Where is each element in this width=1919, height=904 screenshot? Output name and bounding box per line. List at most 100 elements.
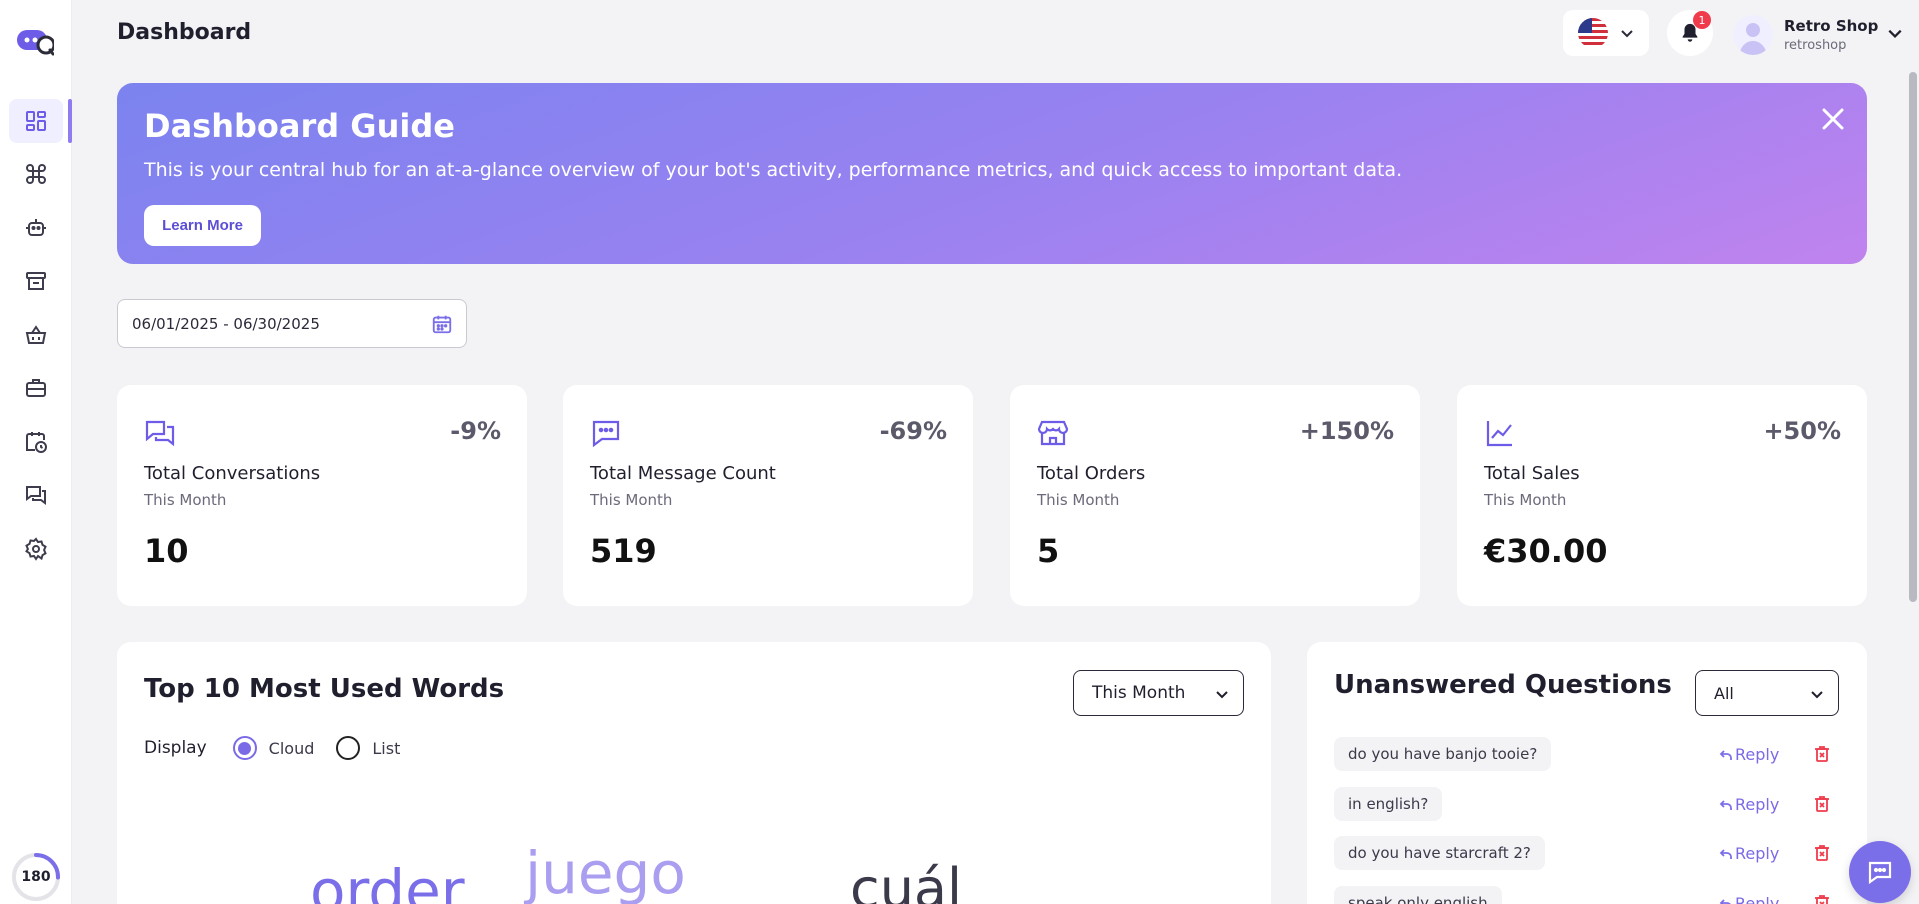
reply-button[interactable]: Reply bbox=[1719, 894, 1779, 904]
message-dots-icon bbox=[592, 420, 620, 448]
cloud-radio[interactable] bbox=[232, 736, 257, 760]
stat-change: -69% bbox=[879, 417, 947, 445]
stat-period: This Month bbox=[1484, 491, 1567, 509]
stat-change: -9% bbox=[450, 417, 501, 445]
chevron-down-icon bbox=[1888, 29, 1902, 39]
calendar-icon bbox=[432, 315, 452, 334]
cloud-word: cuál bbox=[850, 857, 963, 904]
sidebar-item-settings[interactable] bbox=[9, 527, 63, 571]
settings-gear-icon bbox=[25, 537, 47, 561]
basket-icon bbox=[25, 325, 47, 344]
stat-card-sales: +50% Total Sales This Month €30.00 bbox=[1457, 385, 1867, 606]
sidebar-item-commands[interactable] bbox=[9, 152, 63, 196]
stat-card-messages: -69% Total Message Count This Month 519 bbox=[563, 385, 973, 606]
store-icon bbox=[1037, 420, 1069, 446]
learn-more-button[interactable]: Learn More bbox=[144, 205, 261, 246]
page-title: Dashboard bbox=[117, 20, 252, 45]
language-selector[interactable] bbox=[1563, 10, 1649, 56]
credits-count: 180 bbox=[21, 869, 51, 885]
unanswered-questions-title: Unanswered Questions bbox=[1334, 670, 1672, 700]
reply-button[interactable]: Reply bbox=[1719, 745, 1779, 764]
chat-widget-button[interactable] bbox=[1849, 841, 1911, 903]
user-menu[interactable]: Retro Shop retroshop bbox=[1733, 10, 1903, 60]
reply-button[interactable]: Reply bbox=[1719, 844, 1779, 863]
stat-label: Total Message Count bbox=[590, 463, 776, 484]
question-text: in english? bbox=[1334, 787, 1443, 821]
top-words-card: Top 10 Most Used Words This Month Displa… bbox=[117, 642, 1271, 904]
reply-label: Reply bbox=[1735, 894, 1780, 904]
delete-icon[interactable] bbox=[1812, 893, 1832, 904]
notifications-button[interactable]: 1 bbox=[1667, 10, 1713, 56]
store-icon bbox=[26, 272, 46, 290]
period-select[interactable]: This Month bbox=[1073, 670, 1244, 716]
chevron-down-icon bbox=[1811, 691, 1823, 699]
dashboard-guide-banner: Dashboard Guide This is your central hub… bbox=[117, 83, 1867, 264]
cloud-word: juego bbox=[525, 839, 686, 904]
period-select-value: This Month bbox=[1092, 683, 1186, 703]
stat-period: This Month bbox=[144, 491, 227, 509]
stat-label: Total Sales bbox=[1484, 463, 1580, 484]
user-handle: retroshop bbox=[1784, 38, 1847, 53]
calendar-clock-icon bbox=[26, 432, 47, 453]
stat-value: €30.00 bbox=[1484, 532, 1608, 570]
question-text: speak only english bbox=[1334, 886, 1502, 904]
cloud-radio-label[interactable]: Cloud bbox=[269, 739, 315, 758]
question-row: speak only english Reply bbox=[1334, 886, 1839, 904]
close-icon[interactable] bbox=[1819, 105, 1847, 133]
sidebar-item-products[interactable] bbox=[9, 366, 63, 410]
display-label: Display bbox=[144, 738, 207, 758]
stat-period: This Month bbox=[1037, 491, 1120, 509]
reply-arrow-icon bbox=[1719, 749, 1732, 760]
delete-icon[interactable] bbox=[1812, 744, 1832, 764]
top-words-title: Top 10 Most Used Words bbox=[144, 674, 505, 704]
reply-button[interactable]: Reply bbox=[1719, 795, 1779, 814]
questions-filter-select[interactable]: All bbox=[1695, 670, 1839, 716]
delete-icon[interactable] bbox=[1812, 843, 1832, 863]
reply-label: Reply bbox=[1735, 745, 1780, 764]
question-text: do you have banjo tooie? bbox=[1334, 737, 1552, 771]
stat-change: +50% bbox=[1763, 417, 1841, 445]
display-toggle: Display Cloud List bbox=[144, 736, 422, 760]
chat-icon bbox=[1868, 861, 1892, 885]
date-range-picker[interactable]: 06/01/2025 - 06/30/2025 bbox=[117, 299, 467, 348]
reply-label: Reply bbox=[1735, 795, 1780, 814]
stat-card-conversations: -9% Total Conversations This Month 10 bbox=[117, 385, 527, 606]
stat-label: Total Orders bbox=[1037, 463, 1146, 484]
stat-value: 10 bbox=[144, 532, 189, 570]
briefcase-icon bbox=[26, 379, 46, 397]
stat-value: 5 bbox=[1037, 532, 1060, 570]
question-row: do you have banjo tooie? Reply bbox=[1334, 737, 1839, 773]
chevron-down-icon bbox=[1216, 691, 1228, 699]
date-range-value: 06/01/2025 - 06/30/2025 bbox=[132, 314, 320, 333]
sidebar-item-conversations[interactable] bbox=[9, 473, 63, 517]
active-indicator bbox=[68, 99, 72, 143]
sidebar: 180 bbox=[0, 0, 72, 904]
sidebar-item-dashboard[interactable] bbox=[9, 99, 63, 143]
reply-label: Reply bbox=[1735, 844, 1780, 863]
list-radio[interactable] bbox=[336, 736, 361, 760]
bot-icon bbox=[26, 219, 46, 236]
guide-title: Dashboard Guide bbox=[144, 107, 455, 145]
delete-icon[interactable] bbox=[1812, 794, 1832, 814]
avatar bbox=[1733, 15, 1773, 55]
guide-description: This is your central hub for an at-a-gla… bbox=[144, 159, 1403, 181]
chevron-down-icon bbox=[1621, 30, 1633, 38]
reply-arrow-icon bbox=[1719, 848, 1732, 859]
stat-period: This Month bbox=[590, 491, 673, 509]
unanswered-questions-card: Unanswered Questions All do you have ban… bbox=[1307, 642, 1867, 904]
conversations-icon bbox=[145, 420, 175, 447]
sidebar-item-orders[interactable] bbox=[9, 313, 63, 357]
stat-change: +150% bbox=[1299, 417, 1394, 445]
question-text: do you have starcraft 2? bbox=[1334, 836, 1545, 870]
dashboard-grid-icon bbox=[26, 111, 46, 131]
sidebar-item-store[interactable] bbox=[9, 259, 63, 303]
sidebar-item-schedule[interactable] bbox=[9, 420, 63, 464]
reply-arrow-icon bbox=[1719, 799, 1732, 810]
sidebar-item-bots[interactable] bbox=[9, 206, 63, 250]
page-scrollbar[interactable] bbox=[1909, 72, 1917, 602]
reply-arrow-icon bbox=[1719, 898, 1732, 904]
list-radio-label[interactable]: List bbox=[372, 739, 400, 758]
question-row: do you have starcraft 2? Reply bbox=[1334, 836, 1839, 872]
app-logo[interactable] bbox=[16, 26, 54, 56]
chat-bubbles-icon bbox=[26, 486, 46, 505]
